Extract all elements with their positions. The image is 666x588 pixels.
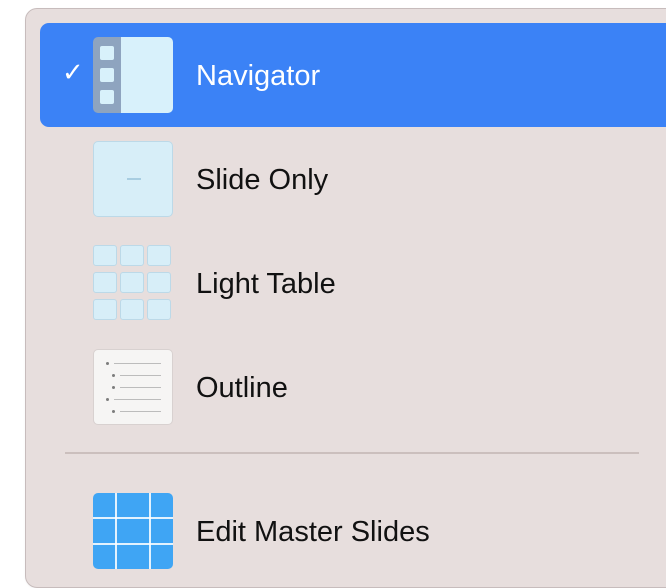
thumbnail-bar-icon — [100, 90, 114, 104]
menu-item-label: Slide Only — [196, 164, 329, 196]
light-table-tile-icon — [93, 299, 117, 320]
bullet-icon — [106, 398, 109, 401]
menu-item-label: Edit Master Slides — [196, 516, 430, 548]
outline-line-icon — [114, 363, 161, 364]
outline-line-icon — [114, 399, 161, 400]
bullet-icon — [112, 386, 115, 389]
outline-line-icon — [120, 387, 161, 388]
checkmark-icon: ✓ — [62, 57, 84, 87]
menu-item-light-table[interactable]: Light Table — [40, 231, 666, 335]
light-table-tile-icon — [147, 272, 171, 293]
light-table-tile-icon — [93, 245, 117, 266]
menu-item-navigator[interactable]: ✓ Navigator — [40, 23, 666, 127]
master-grid-line-icon — [93, 517, 173, 519]
light-table-tile-icon — [147, 299, 171, 320]
view-menu: ✓ Navigator Slide Only Light Table Outli… — [25, 8, 666, 588]
bullet-icon — [112, 374, 115, 377]
menu-divider — [65, 452, 639, 454]
outline-view-icon — [93, 349, 173, 425]
master-slide-panel-icon — [93, 493, 173, 569]
menu-item-label: Outline — [196, 372, 288, 404]
outline-line-icon — [120, 411, 161, 412]
master-grid-line-icon — [93, 543, 173, 545]
menu-item-label: Navigator — [196, 60, 321, 92]
menu-item-label: Light Table — [196, 268, 336, 300]
edit-master-slides-icon — [93, 493, 173, 569]
bullet-icon — [112, 410, 115, 413]
thumbnail-bar-icon — [100, 68, 114, 82]
bullet-icon — [106, 362, 109, 365]
light-table-tile-icon — [120, 299, 144, 320]
navigator-view-icon — [93, 37, 173, 113]
light-table-tile-icon — [147, 245, 171, 266]
menu-item-outline[interactable]: Outline — [40, 335, 666, 439]
menu-item-slide-only[interactable]: Slide Only — [40, 127, 666, 231]
navigator-slide-area-icon — [121, 37, 173, 113]
menu-item-edit-master-slides[interactable]: Edit Master Slides — [40, 479, 666, 583]
slide-line-icon — [127, 178, 141, 180]
light-table-tile-icon — [120, 272, 144, 293]
light-table-tile-icon — [120, 245, 144, 266]
light-table-tile-icon — [93, 272, 117, 293]
slide-only-view-icon — [93, 141, 173, 217]
thumbnail-bar-icon — [100, 46, 114, 60]
master-grid-line-icon — [149, 493, 151, 569]
light-table-view-icon — [93, 245, 173, 321]
outline-line-icon — [120, 375, 161, 376]
master-grid-line-icon — [115, 493, 117, 569]
